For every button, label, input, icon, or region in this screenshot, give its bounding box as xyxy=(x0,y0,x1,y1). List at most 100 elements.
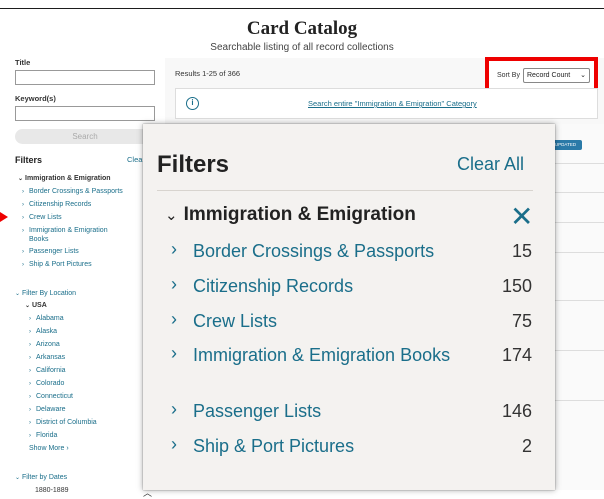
chevron-right-icon: › xyxy=(22,228,24,234)
country-label: USA xyxy=(32,302,47,309)
overlay-item-label: Crew Lists xyxy=(193,311,278,331)
overlay-category[interactable]: ⌄ Immigration & Emigration xyxy=(165,204,416,226)
sidebar-item-label: Crew Lists xyxy=(29,214,62,221)
sidebar-item-label: Passenger Lists xyxy=(29,248,79,255)
sidebar-item-label-cont[interactable]: Books xyxy=(29,235,48,244)
overlay-category-label: Immigration & Emigration xyxy=(183,204,416,225)
state-item[interactable]: › Arkansas xyxy=(29,353,65,363)
state-item[interactable]: › Colorado xyxy=(29,379,64,389)
state-label: Alaska xyxy=(36,328,58,335)
overlay-item-count: 2 xyxy=(521,436,532,456)
sidebar-category-label: Immigration & Emigration xyxy=(25,175,111,182)
sidebar-item-crew-lists[interactable]: › Crew Lists xyxy=(22,213,62,223)
filters-zoom-overlay: Filters Clear All ⌄ Immigration & Emigrat… xyxy=(143,124,555,490)
state-item[interactable]: › Arizona xyxy=(29,340,60,350)
sidebar-filters-heading: Filters xyxy=(15,155,43,165)
sidebar-clear-link[interactable]: Clea xyxy=(127,155,142,164)
chevron-down-icon: ⌄ xyxy=(580,72,586,79)
state-item[interactable]: › California xyxy=(29,366,66,376)
overlay-divider xyxy=(157,190,533,191)
state-item[interactable]: › Delaware xyxy=(29,405,66,415)
chevron-right-icon: › xyxy=(22,202,24,208)
state-item[interactable]: › Alaska xyxy=(29,327,57,337)
country-usa[interactable]: ⌄ USA xyxy=(25,301,47,311)
results-count: Results 1-25 of 366 xyxy=(175,69,241,78)
chevron-right-icon: › xyxy=(171,434,177,454)
chevron-right-icon: › xyxy=(29,407,31,413)
chevron-right-icon: › xyxy=(171,239,177,259)
sidebar-item-citizenship[interactable]: › Citizenship Records xyxy=(22,200,91,210)
chevron-right-icon: › xyxy=(29,355,31,361)
overlay-item-label: Passenger Lists xyxy=(193,401,322,421)
state-item[interactable]: › Florida xyxy=(29,431,57,441)
search-button[interactable]: Search xyxy=(15,129,155,144)
sidebar-item-label: Citizenship Records xyxy=(29,201,92,208)
sidebar-item-label: Ship & Port Pictures xyxy=(29,261,92,268)
sidebar-item-label: Immigration & Emigration xyxy=(29,227,108,234)
date-range[interactable]: 1880-1889 xyxy=(35,486,68,495)
keywords-input[interactable] xyxy=(15,106,155,121)
chevron-right-icon: › xyxy=(29,368,31,374)
info-icon: i xyxy=(186,97,199,110)
state-label: District of Columbia xyxy=(36,419,97,426)
title-label: Title xyxy=(15,58,31,67)
state-label: Alabama xyxy=(36,315,64,322)
results-list-edge xyxy=(555,124,604,490)
state-label: Connecticut xyxy=(36,393,73,400)
state-label: Arkansas xyxy=(36,354,66,361)
chevron-down-icon: ⌄ xyxy=(25,303,31,309)
close-icon[interactable]: ✕ xyxy=(510,203,533,231)
row-divider xyxy=(555,163,604,164)
overlay-item-count: 174 xyxy=(501,345,532,365)
row-divider xyxy=(555,192,604,193)
chevron-up-icon: ︿ xyxy=(143,488,153,498)
page-title: Card Catalog xyxy=(246,18,358,39)
info-banner: i Search entire "Immigration & Emigratio… xyxy=(175,88,598,119)
sidebar-item-label: Border Crossings & Passports xyxy=(29,188,123,195)
overlay-item-label: Ship & Port Pictures xyxy=(193,436,355,456)
row-divider xyxy=(555,252,604,253)
sidebar-category[interactable]: ⌄ Immigration & Emigration xyxy=(18,174,111,184)
title-input[interactable] xyxy=(15,70,155,85)
row-divider xyxy=(555,222,604,223)
sidebar-item-border-crossings[interactable]: › Border Crossings & Passports xyxy=(22,187,123,197)
chevron-right-icon: › xyxy=(66,445,69,452)
chevron-right-icon: › xyxy=(29,420,31,426)
state-label: California xyxy=(36,367,66,374)
state-item[interactable]: › District of Columbia xyxy=(29,418,97,428)
sidebar-item-passenger-lists[interactable]: › Passenger Lists xyxy=(22,247,79,257)
location-heading: Filter By Location xyxy=(22,290,77,297)
filter-by-location[interactable]: ⌄ Filter By Location xyxy=(15,289,76,299)
overlay-item-count: 15 xyxy=(511,241,532,261)
sidebar-item-ship-pictures[interactable]: › Ship & Port Pictures xyxy=(22,260,92,270)
row-divider xyxy=(555,300,604,301)
dates-heading: Filter by Dates xyxy=(22,474,68,481)
chevron-right-icon: › xyxy=(22,215,24,221)
sort-select[interactable]: Record Count ⌄ xyxy=(523,68,590,83)
chevron-right-icon: › xyxy=(171,343,177,363)
chevron-right-icon: › xyxy=(29,394,31,400)
state-label: Arizona xyxy=(36,341,60,348)
chevron-right-icon: › xyxy=(22,189,24,195)
chevron-right-icon: › xyxy=(29,342,31,348)
chevron-right-icon: › xyxy=(22,262,24,268)
chevron-right-icon: › xyxy=(22,249,24,255)
sort-label: Sort By xyxy=(497,72,520,79)
overlay-item-count: 146 xyxy=(501,401,532,421)
state-item[interactable]: › Connecticut xyxy=(29,392,73,402)
red-arrow-icon xyxy=(0,212,8,222)
show-more-link[interactable]: Show More › xyxy=(29,444,69,453)
overlay-item-label: Border Crossings & Passports xyxy=(193,241,435,261)
chevron-right-icon: › xyxy=(29,433,31,439)
chevron-down-icon: ⌄ xyxy=(18,176,24,182)
chevron-right-icon: › xyxy=(29,329,31,335)
state-item[interactable]: › Alabama xyxy=(29,314,64,324)
filter-by-dates[interactable]: ⌄ Filter by Dates xyxy=(15,473,67,483)
clear-all-link[interactable]: Clear All xyxy=(457,154,524,175)
chevron-down-icon: ⌄ xyxy=(15,291,21,297)
overlay-item-count: 150 xyxy=(501,276,532,296)
chevron-down-icon: ⌄ xyxy=(15,475,21,481)
state-label: Florida xyxy=(36,432,58,439)
show-more-label: Show More xyxy=(29,445,65,452)
search-category-link[interactable]: Search entire "Immigration & Emigration"… xyxy=(308,99,477,108)
